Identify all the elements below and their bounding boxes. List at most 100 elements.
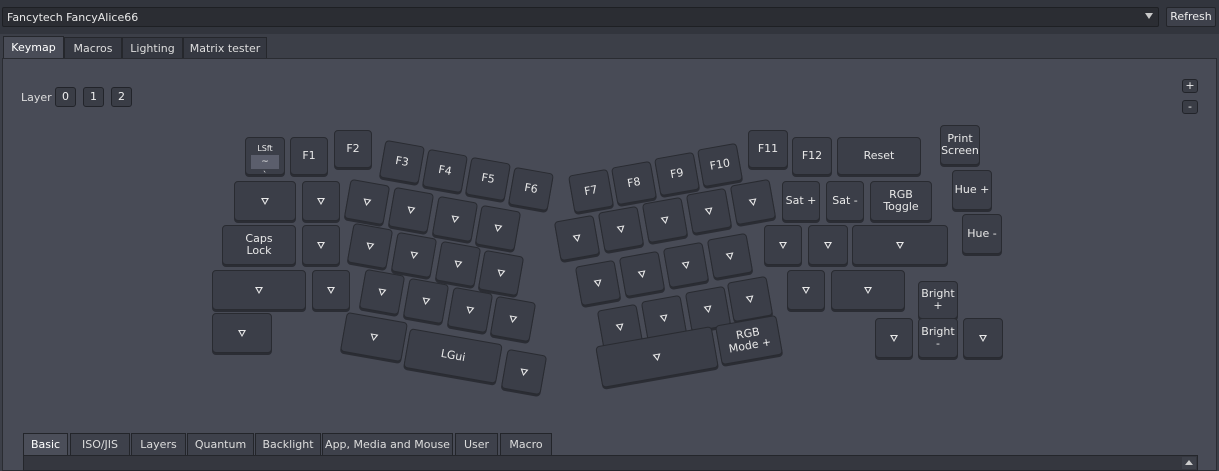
chevron-down-icon[interactable] [1145,13,1153,19]
key-transparent[interactable] [597,205,645,253]
keyboard-select[interactable]: Fancytech FancyAlice66 [2,7,1159,27]
key-f12[interactable]: F12 [792,137,832,175]
key-transparent[interactable] [434,240,482,288]
key-hue-plus[interactable]: Hue + [952,170,992,210]
key-right-shift[interactable] [831,270,905,310]
key-transparent[interactable] [574,259,622,307]
transparent-key-icon [255,286,263,294]
key-transparent[interactable] [729,178,777,226]
key-transparent[interactable] [302,181,340,221]
key-transparent[interactable] [431,195,479,243]
transparent-key-icon [421,296,431,306]
transparent-key-icon [616,224,626,234]
key-enter[interactable] [852,225,948,265]
transparent-key-icon [261,197,269,205]
scroll-up-icon[interactable] [1182,457,1196,469]
tab-backlight[interactable]: Backlight [255,433,321,455]
key-sat-plus[interactable]: Sat + [782,181,820,221]
tab-matrix-tester[interactable]: Matrix tester [183,37,267,59]
zoom-in-button[interactable]: + [1182,79,1198,93]
transparent-key-icon [896,241,904,249]
key-transparent[interactable] [553,214,601,262]
key-bright-plus[interactable]: Bright + [918,281,958,319]
key-rgb-toggle[interactable]: RGB Toggle [870,181,932,221]
transparent-key-icon [725,251,735,261]
key-transparent[interactable] [346,222,394,270]
key-transparent[interactable] [489,295,537,343]
transparent-key-icon [493,223,503,233]
key-f3[interactable]: F3 [379,139,425,185]
key-transparent[interactable] [808,225,848,265]
key-f4[interactable]: F4 [422,148,468,194]
layer-0-button[interactable]: 0 [55,87,76,107]
transparent-key-icon [519,367,529,377]
key-lsft-grave[interactable]: LSft ~ ` [245,135,285,181]
key-transparent[interactable] [387,186,435,234]
key-transparent[interactable] [685,187,733,235]
key-lsft-label: LSft ~ ` [251,135,279,181]
zoom-out-button[interactable]: - [1182,100,1198,114]
transparent-key-icon [681,260,691,270]
layer-1-button[interactable]: 1 [83,87,104,107]
key-transparent[interactable] [500,348,548,396]
tab-iso-jis[interactable]: ISO/JIS [70,433,130,455]
layer-2-button[interactable]: 2 [111,87,132,107]
keycode-panel [23,455,1198,471]
key-transparent[interactable] [875,318,913,358]
transparent-key-icon [465,305,475,315]
tab-macro[interactable]: Macro [500,433,552,455]
key-transparent[interactable] [618,250,666,298]
key-f2[interactable]: F2 [334,130,372,168]
transparent-key-icon [659,313,669,323]
key-f7[interactable]: F7 [568,168,614,214]
key-f1[interactable]: F1 [290,137,328,175]
key-transparent[interactable] [446,286,494,334]
key-reset[interactable]: Reset [837,137,921,175]
tab-quantum[interactable]: Quantum [187,433,254,455]
key-f11[interactable]: F11 [748,130,788,168]
key-transparent[interactable] [402,277,450,325]
key-f9[interactable]: F9 [654,151,700,197]
key-tab[interactable] [234,181,296,221]
key-transparent[interactable] [641,196,689,244]
key-transparent[interactable] [787,270,825,310]
key-transparent[interactable] [474,204,522,252]
transparent-key-icon [317,241,325,249]
key-left-shift[interactable] [212,270,306,310]
key-transparent[interactable] [706,232,754,280]
key-left-ctrl[interactable] [212,313,272,353]
tab-user[interactable]: User [455,433,498,455]
key-print-screen[interactable]: Print Screen [940,125,980,165]
key-transparent[interactable] [963,318,1003,358]
key-bright-minus[interactable]: Bright - [918,318,958,358]
key-caps-lock[interactable]: Caps Lock [222,225,296,265]
key-transparent[interactable] [343,178,391,226]
key-transparent[interactable] [390,231,438,279]
transparent-key-icon [327,286,335,294]
key-transparent[interactable] [312,270,350,310]
tab-app-media-mouse[interactable]: App, Media and Mouse [322,433,453,455]
transparent-key-icon [453,259,463,269]
tab-basic[interactable]: Basic [23,433,68,455]
key-hue-minus[interactable]: Hue - [962,214,1002,254]
tab-layers[interactable]: Layers [131,433,186,455]
key-f10[interactable]: F10 [697,142,743,188]
tab-lighting[interactable]: Lighting [122,37,183,59]
transparent-key-icon [745,294,755,304]
key-transparent[interactable] [477,249,525,297]
key-transparent[interactable] [662,241,710,289]
key-transparent[interactable] [302,225,340,265]
key-transparent[interactable] [358,268,406,316]
key-f6[interactable]: F6 [508,166,554,212]
transparent-key-icon [593,278,603,288]
key-f5[interactable]: F5 [465,156,511,202]
tab-macros[interactable]: Macros [64,37,122,59]
transparent-key-icon [362,197,372,207]
key-f8[interactable]: F8 [611,160,657,206]
key-sat-minus[interactable]: Sat - [826,181,864,221]
key-transparent[interactable] [726,275,774,323]
key-transparent[interactable] [764,225,802,265]
tab-keymap[interactable]: Keymap [3,36,64,60]
refresh-button[interactable]: Refresh [1166,7,1216,27]
transparent-key-icon [409,250,419,260]
